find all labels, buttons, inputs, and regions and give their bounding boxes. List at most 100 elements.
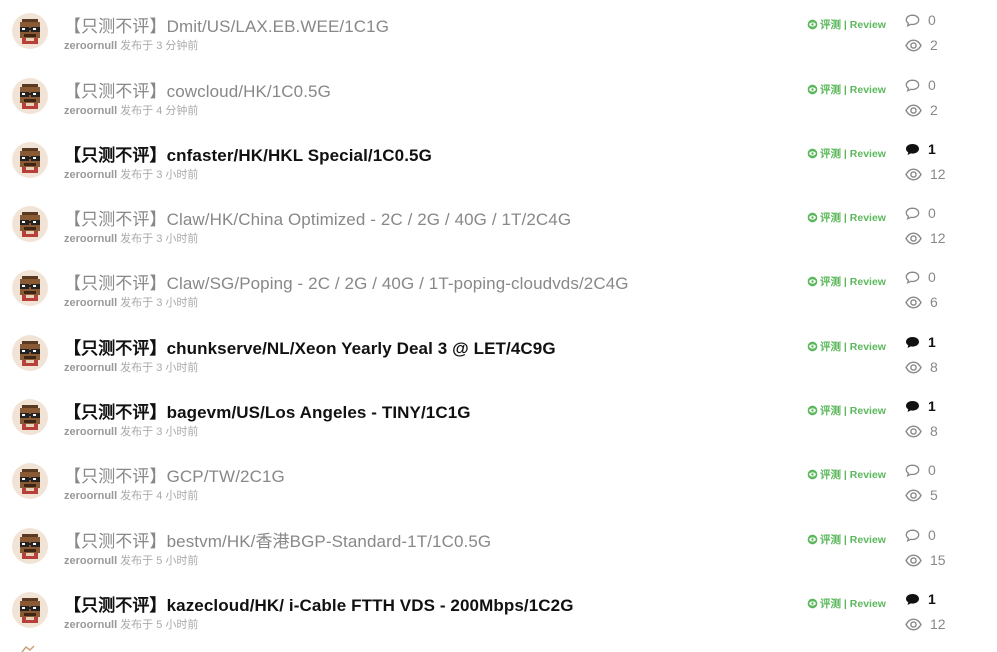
post-time: 发布于 5 小时前 bbox=[120, 619, 199, 631]
view-count: 6 bbox=[905, 294, 938, 310]
post-time: 发布于 5 小时前 bbox=[120, 555, 199, 567]
review-tag[interactable]: 评测 | Review bbox=[807, 82, 886, 97]
post-time: 发布于 4 小时前 bbox=[120, 490, 199, 502]
review-tag[interactable]: 评测 | Review bbox=[807, 532, 886, 547]
review-tag[interactable]: 评测 | Review bbox=[807, 146, 886, 161]
topic-title[interactable]: 【只测不评】Claw/HK/China Optimized - 2C / 2G … bbox=[64, 205, 571, 230]
views-icon bbox=[905, 424, 922, 438]
topic-row[interactable]: 【只测不评】Dmit/US/LAX.EB.WEE/1C1G zeroornull… bbox=[0, 0, 997, 64]
comment-icon bbox=[905, 271, 920, 284]
view-count-value: 2 bbox=[930, 37, 938, 53]
review-tag[interactable]: 评测 | Review bbox=[807, 403, 886, 418]
comment-count: 0 bbox=[905, 77, 936, 93]
author-name[interactable]: zeroornull bbox=[64, 169, 117, 181]
view-count: 8 bbox=[905, 423, 938, 439]
avatar[interactable] bbox=[12, 592, 48, 628]
review-label: 评测 | Review bbox=[820, 276, 886, 288]
topic-row[interactable]: 【只测不评】cowcloud/HK/1C0.5G zeroornull 发布于 4… bbox=[0, 65, 997, 129]
avatar[interactable] bbox=[12, 78, 48, 114]
review-label: 评测 | Review bbox=[820, 341, 886, 353]
author-name[interactable]: zeroornull bbox=[64, 233, 117, 245]
topic-row[interactable]: 【只测不评】Claw/HK/China Optimized - 2C / 2G … bbox=[0, 193, 997, 257]
avatar[interactable] bbox=[12, 206, 48, 242]
comment-count: 1 bbox=[905, 334, 936, 350]
view-count: 15 bbox=[905, 552, 946, 568]
avatar[interactable] bbox=[12, 463, 48, 499]
topic-row[interactable]: 【只测不评】cnfaster/HK/HKL Special/1C0.5G zer… bbox=[0, 129, 997, 193]
author-name[interactable]: zeroornull bbox=[64, 555, 117, 567]
avatar[interactable] bbox=[12, 142, 48, 178]
view-count-value: 8 bbox=[930, 423, 938, 439]
comment-count-value: 0 bbox=[928, 269, 936, 285]
view-count-value: 12 bbox=[930, 230, 946, 246]
topic-title[interactable]: 【只测不评】bestvm/HK/香港BGP-Standard-1T/1C0.5G bbox=[64, 527, 491, 552]
topic-meta: zeroornull 发布于 3 分钟前 bbox=[64, 37, 198, 53]
review-tag[interactable]: 评测 | Review bbox=[807, 210, 886, 225]
topic-title[interactable]: 【只测不评】bagevm/US/Los Angeles - TINY/1C1G bbox=[64, 398, 471, 423]
topic-meta: zeroornull 发布于 5 小时前 bbox=[64, 552, 198, 568]
eye-icon bbox=[807, 212, 818, 223]
review-tag[interactable]: 评测 | Review bbox=[807, 596, 886, 611]
topic-row[interactable]: 【只测不评】GCP/TW/2C1G zeroornull 发布于 4 小时前 评测… bbox=[0, 450, 997, 514]
views-icon bbox=[905, 103, 922, 117]
author-name[interactable]: zeroornull bbox=[64, 105, 117, 117]
review-label: 评测 | Review bbox=[820, 405, 886, 417]
eye-icon bbox=[807, 534, 818, 545]
topic-meta: zeroornull 发布于 3 小时前 bbox=[64, 166, 198, 182]
review-tag[interactable]: 评测 | Review bbox=[807, 467, 886, 482]
post-time: 发布于 3 小时前 bbox=[120, 233, 199, 245]
view-count-value: 12 bbox=[930, 166, 946, 182]
eye-icon bbox=[807, 469, 818, 480]
topic-row[interactable]: 【只测不评】bestvm/HK/香港BGP-Standard-1T/1C0.5G… bbox=[0, 515, 997, 579]
eye-icon bbox=[807, 341, 818, 352]
view-count-value: 12 bbox=[930, 616, 946, 632]
review-tag[interactable]: 评测 | Review bbox=[807, 339, 886, 354]
review-tag[interactable]: 评测 | Review bbox=[807, 274, 886, 289]
author-name[interactable]: zeroornull bbox=[64, 490, 117, 502]
view-count: 8 bbox=[905, 359, 938, 375]
author-name[interactable]: zeroornull bbox=[64, 426, 117, 438]
view-count-value: 15 bbox=[930, 552, 946, 568]
view-count: 12 bbox=[905, 230, 946, 246]
topic-meta: zeroornull 发布于 4 小时前 bbox=[64, 487, 198, 503]
eye-icon bbox=[807, 19, 818, 30]
views-icon bbox=[905, 38, 922, 52]
comment-icon bbox=[905, 207, 920, 220]
review-tag[interactable]: 评测 | Review bbox=[807, 17, 886, 32]
topic-row[interactable]: 【只测不评】kazecloud/HK/ i-Cable FTTH VDS - 2… bbox=[0, 579, 997, 643]
topic-title[interactable]: 【只测不评】Claw/SG/Poping - 2C / 2G / 40G / 1… bbox=[64, 269, 629, 294]
comment-count: 0 bbox=[905, 269, 936, 285]
views-icon bbox=[905, 167, 922, 181]
views-icon bbox=[905, 231, 922, 245]
topic-title[interactable]: 【只测不评】cnfaster/HK/HKL Special/1C0.5G bbox=[64, 141, 432, 166]
comment-count-value: 0 bbox=[928, 77, 936, 93]
view-count: 12 bbox=[905, 616, 946, 632]
author-name[interactable]: zeroornull bbox=[64, 40, 117, 52]
avatar[interactable] bbox=[12, 270, 48, 306]
post-time: 发布于 3 小时前 bbox=[120, 426, 199, 438]
avatar[interactable] bbox=[12, 335, 48, 371]
avatar[interactable] bbox=[12, 528, 48, 564]
post-time: 发布于 4 分钟前 bbox=[120, 105, 199, 117]
comment-count: 1 bbox=[905, 141, 936, 157]
author-name[interactable]: zeroornull bbox=[64, 297, 117, 309]
topic-title[interactable]: 【只测不评】cowcloud/HK/1C0.5G bbox=[64, 77, 331, 102]
eye-icon bbox=[807, 405, 818, 416]
author-name[interactable]: zeroornull bbox=[64, 619, 117, 631]
comment-count-value: 1 bbox=[928, 141, 936, 157]
avatar[interactable] bbox=[12, 13, 48, 49]
topic-title[interactable]: 【只测不评】chunkserve/NL/Xeon Yearly Deal 3 @… bbox=[64, 334, 556, 359]
views-icon bbox=[905, 553, 922, 567]
avatar[interactable] bbox=[12, 399, 48, 435]
topic-row[interactable]: 【只测不评】Claw/SG/Poping - 2C / 2G / 40G / 1… bbox=[0, 257, 997, 321]
author-name[interactable]: zeroornull bbox=[64, 362, 117, 374]
topic-title[interactable]: 【只测不评】kazecloud/HK/ i-Cable FTTH VDS - 2… bbox=[64, 591, 574, 616]
review-label: 评测 | Review bbox=[820, 469, 886, 481]
topic-title[interactable]: 【只测不评】Dmit/US/LAX.EB.WEE/1C1G bbox=[64, 12, 389, 37]
topic-title[interactable]: 【只测不评】GCP/TW/2C1G bbox=[64, 462, 285, 487]
comment-count: 0 bbox=[905, 205, 936, 221]
topic-row[interactable]: 【只测不评】bagevm/US/Los Angeles - TINY/1C1G … bbox=[0, 386, 997, 450]
topic-row[interactable]: 【只测不评】chunkserve/NL/Xeon Yearly Deal 3 @… bbox=[0, 322, 997, 386]
eye-icon bbox=[807, 598, 818, 609]
view-count-value: 2 bbox=[930, 102, 938, 118]
